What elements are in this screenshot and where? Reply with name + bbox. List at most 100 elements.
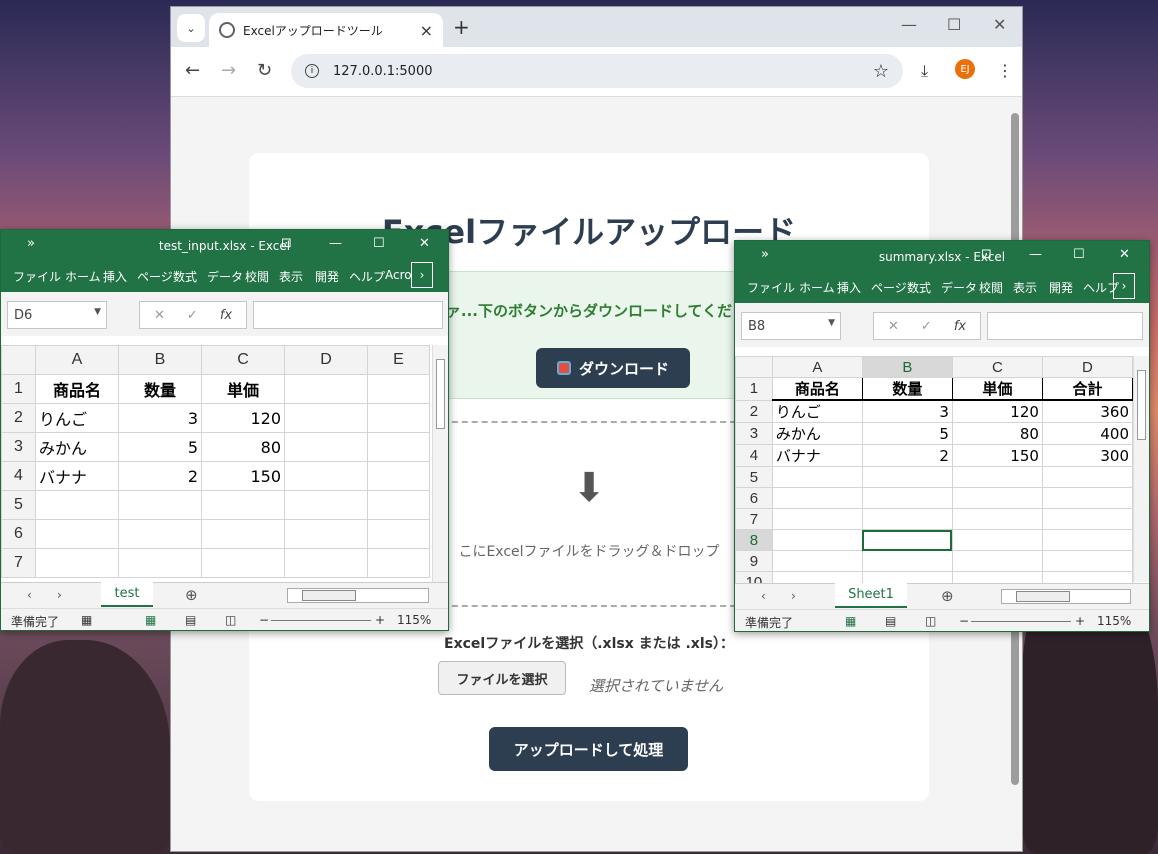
ribbon-tab[interactable]: ヘルプ [349, 268, 385, 285]
next-sheet-icon[interactable]: › [57, 588, 62, 602]
cell[interactable]: 150 [201, 461, 285, 491]
page-layout-icon[interactable]: ▤ [885, 614, 896, 628]
row-header[interactable]: 6 [1, 519, 36, 549]
ribbon-display-icon[interactable]: ⊡ [281, 236, 292, 251]
cell[interactable]: 商品名 [35, 374, 119, 404]
choose-file-button[interactable]: ファイルを選択 [438, 661, 566, 695]
download-button[interactable]: ダウンロード [536, 348, 690, 388]
cell[interactable] [367, 432, 430, 462]
add-sheet-icon[interactable]: ⊕ [185, 586, 198, 604]
prev-sheet-icon[interactable]: ‹ [761, 589, 766, 603]
cell[interactable]: 数量 [861, 377, 953, 401]
select-all-corner[interactable] [735, 356, 773, 378]
minimize-button[interactable]: — [901, 15, 917, 34]
cell[interactable]: 120 [201, 403, 285, 433]
zoom-in-icon[interactable]: + [1075, 614, 1085, 628]
cell[interactable]: 単価 [951, 377, 1043, 401]
ribbon-tab[interactable]: ホーム [799, 279, 835, 296]
close-button[interactable]: ✕ [419, 236, 430, 251]
cell[interactable] [1041, 508, 1134, 530]
cell[interactable] [118, 548, 202, 578]
tab-search-button[interactable]: ⌄ [177, 14, 205, 42]
maximize-button[interactable]: ☐ [373, 236, 385, 251]
ribbon-tab[interactable]: 表示 [279, 268, 303, 285]
cell[interactable]: 150 [951, 444, 1043, 467]
forward-icon[interactable]: → [221, 60, 236, 81]
name-box[interactable]: B8 ▼ [741, 312, 841, 340]
row-header[interactable]: 4 [735, 444, 773, 467]
cell[interactable]: 商品名 [771, 377, 863, 401]
cell[interactable]: 5 [118, 432, 202, 462]
column-header[interactable]: C [951, 356, 1043, 378]
sheet-tab[interactable]: test [101, 582, 153, 607]
ribbon-tab[interactable]: ファイル [13, 268, 61, 285]
zoom-slider[interactable] [971, 621, 1071, 622]
prev-sheet-icon[interactable]: ‹ [27, 588, 32, 602]
cell[interactable] [367, 461, 430, 491]
page-break-icon[interactable]: ◫ [925, 614, 936, 628]
cell[interactable] [771, 550, 863, 572]
vertical-scrollbar[interactable] [1133, 356, 1149, 582]
menu-icon[interactable]: ⋮ [997, 61, 1013, 80]
cell[interactable]: みかん [35, 432, 119, 462]
ribbon-tab[interactable]: ページ [871, 279, 907, 296]
next-sheet-icon[interactable]: › [791, 589, 796, 603]
ribbon-tab[interactable]: 校閲 [245, 268, 269, 285]
cell[interactable] [35, 519, 119, 549]
cell[interactable]: 400 [1041, 422, 1134, 445]
add-sheet-icon[interactable]: ⊕ [941, 587, 954, 605]
page-break-icon[interactable]: ◫ [225, 613, 236, 627]
sheet-tab[interactable]: Sheet1 [835, 583, 907, 608]
ribbon-more-icon[interactable]: › [411, 262, 433, 288]
ribbon-tab[interactable]: 表示 [1013, 279, 1037, 296]
browser-tab[interactable]: Excelアップロードツール × [209, 13, 443, 47]
column-header[interactable]: D [1041, 356, 1134, 378]
ribbon-tab[interactable]: 挿入 [837, 279, 861, 296]
zoom-out-icon[interactable]: − [959, 614, 969, 628]
minimize-button[interactable]: — [1029, 247, 1042, 262]
cell[interactable] [284, 490, 368, 520]
cell[interactable]: 80 [201, 432, 285, 462]
cell[interactable] [284, 519, 368, 549]
ribbon-tab[interactable]: ファイル [747, 279, 795, 296]
row-header[interactable]: 2 [1, 403, 36, 433]
ribbon-tab[interactable]: Acro [385, 268, 412, 282]
column-header[interactable]: B [118, 345, 202, 375]
upload-button[interactable]: アップロードして処理 [489, 727, 688, 771]
ribbon-tab[interactable]: 校閲 [979, 279, 1003, 296]
row-header[interactable]: 1 [1, 374, 36, 404]
cell[interactable] [284, 374, 368, 404]
row-header[interactable]: 8 [735, 529, 773, 551]
cell[interactable] [861, 466, 953, 488]
ribbon-tab[interactable]: 開発 [315, 268, 339, 285]
ribbon-tab[interactable]: 開発 [1049, 279, 1073, 296]
cell[interactable]: りんご [771, 399, 863, 423]
row-header[interactable]: 9 [735, 550, 773, 572]
cell[interactable] [951, 508, 1043, 530]
cell[interactable] [771, 529, 863, 551]
cell[interactable] [861, 487, 953, 509]
select-all-corner[interactable] [1, 345, 36, 375]
ribbon-display-icon[interactable]: ⊡ [981, 247, 992, 262]
zoom-in-icon[interactable]: + [375, 613, 385, 627]
new-tab-button[interactable]: + [453, 15, 470, 39]
cell[interactable]: 80 [951, 422, 1043, 445]
column-header[interactable]: B [861, 356, 953, 378]
close-button[interactable]: ✕ [1119, 247, 1130, 262]
maximize-button[interactable]: ☐ [1073, 247, 1085, 262]
cell[interactable]: りんご [35, 403, 119, 433]
cell[interactable] [1041, 466, 1134, 488]
cell[interactable]: 数量 [118, 374, 202, 404]
cell[interactable] [367, 548, 430, 578]
cell[interactable] [951, 550, 1043, 572]
column-header[interactable]: D [284, 345, 368, 375]
worksheet-grid[interactable]: A B C D 1 商品名 数量 単価 合計 2 りんご 3 120 360 3 みかん 5 80 400 4 バナナ 2… [735, 356, 1134, 593]
minimize-button[interactable]: — [329, 236, 342, 251]
row-header[interactable]: 7 [1, 548, 36, 578]
cell[interactable] [951, 487, 1043, 509]
row-header[interactable]: 3 [735, 422, 773, 445]
formula-input[interactable] [987, 312, 1143, 340]
ribbon-tab[interactable]: データ [941, 279, 977, 296]
cell[interactable]: 単価 [201, 374, 285, 404]
cell[interactable] [201, 519, 285, 549]
